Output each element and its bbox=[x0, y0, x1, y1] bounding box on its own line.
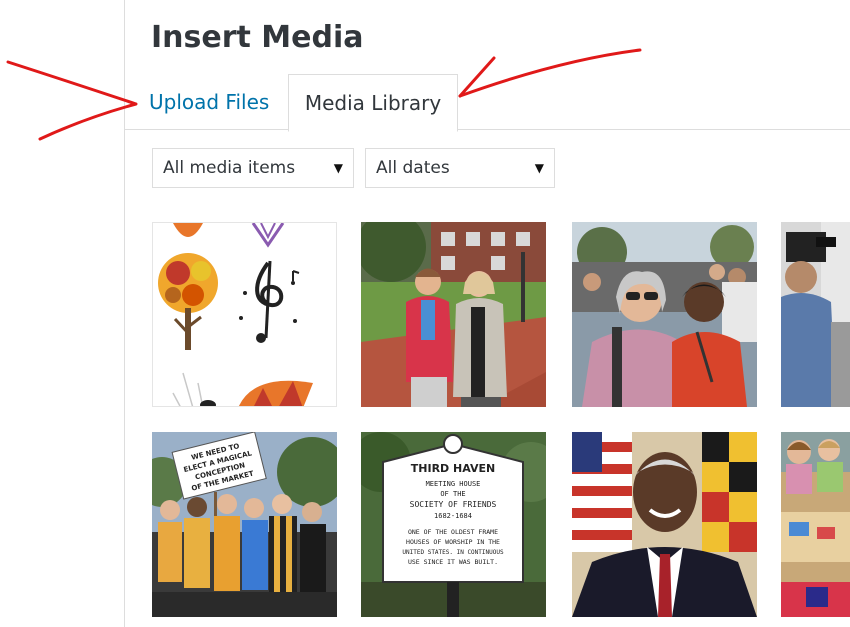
marker-line: THIRD HAVEN bbox=[411, 462, 495, 475]
media-thumbnail[interactable]: THIRD HAVEN MEETING HOUSE OF THE SOCIETY… bbox=[361, 432, 546, 617]
media-thumbnail[interactable] bbox=[152, 222, 337, 407]
media-thumbnail[interactable] bbox=[572, 432, 757, 617]
two-women-event-photo bbox=[572, 222, 757, 407]
protest-group-photo: WE NEED TO ELECT A MAGICAL CONCEPTION OF… bbox=[152, 432, 337, 617]
two-women-campus-photo bbox=[361, 222, 546, 407]
modal-title: Insert Media bbox=[151, 20, 364, 55]
caret-down-icon: ▼ bbox=[333, 161, 343, 175]
media-type-filter-value: All media items bbox=[163, 158, 296, 178]
media-thumbnail[interactable] bbox=[781, 222, 850, 407]
marker-line: UNITED STATES. IN CONTINUOUS bbox=[402, 549, 504, 556]
insert-media-modal: Insert Media Upload Files Media Library … bbox=[124, 0, 850, 627]
date-filter-value: All dates bbox=[376, 158, 450, 178]
camera-operator-photo bbox=[781, 222, 850, 407]
media-type-filter[interactable]: All media items ▼ bbox=[152, 148, 354, 188]
tab-media-library[interactable]: Media Library bbox=[288, 74, 458, 132]
marker-line: MEETING HOUSE bbox=[426, 480, 481, 488]
marker-line: 1682-1684 bbox=[434, 512, 472, 520]
marker-line: HOUSES OF WORSHIP IN THE bbox=[406, 538, 500, 546]
classroom-children-photo bbox=[781, 432, 850, 617]
music-tree-illustration bbox=[153, 223, 336, 406]
media-thumbnail[interactable] bbox=[361, 222, 546, 407]
date-filter[interactable]: All dates ▼ bbox=[365, 148, 555, 188]
portrait-flags-photo bbox=[572, 432, 757, 617]
marker-line: ONE OF THE OLDEST FRAME bbox=[408, 528, 498, 536]
media-thumbnail[interactable] bbox=[781, 432, 850, 617]
marker-line: SOCIETY OF FRIENDS bbox=[410, 500, 497, 509]
caret-down-icon: ▼ bbox=[534, 161, 544, 175]
media-thumbnail[interactable]: WE NEED TO ELECT A MAGICAL CONCEPTION OF… bbox=[152, 432, 337, 617]
media-thumbnail[interactable] bbox=[572, 222, 757, 407]
historic-marker-photo: THIRD HAVEN MEETING HOUSE OF THE SOCIETY… bbox=[361, 432, 546, 617]
marker-line: USE SINCE IT WAS BUILT. bbox=[408, 558, 498, 566]
left-margin bbox=[0, 0, 124, 627]
tab-upload-files[interactable]: Upload Files bbox=[149, 74, 269, 130]
marker-line: OF THE bbox=[440, 490, 465, 498]
